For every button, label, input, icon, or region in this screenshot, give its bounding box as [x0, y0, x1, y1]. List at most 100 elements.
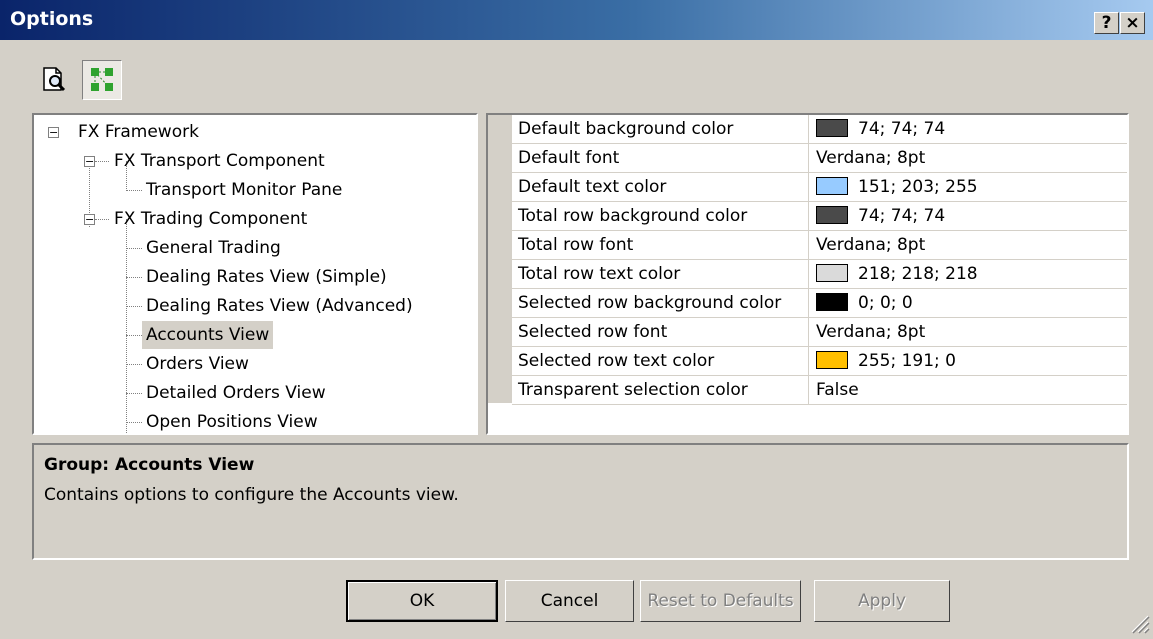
property-value[interactable]: 74; 74; 74	[816, 115, 945, 143]
tree-item-fx-framework[interactable]: FX Framework	[78, 118, 199, 146]
property-value-text: Verdana; 8pt	[816, 148, 926, 168]
tree-connector	[95, 161, 109, 162]
color-swatch	[816, 119, 848, 137]
property-name: Default font	[518, 148, 620, 168]
property-row[interactable]: Default background color 74; 74; 74	[512, 115, 1127, 144]
window-title: Options	[10, 8, 94, 30]
tree-connector	[126, 306, 142, 307]
property-row[interactable]: Transparent selection color False	[512, 376, 1127, 405]
property-value-text: 0; 0; 0	[858, 293, 913, 313]
tree-item-transport-monitor-pane[interactable]: Transport Monitor Pane	[146, 176, 342, 204]
close-button[interactable]: ×	[1120, 12, 1145, 34]
property-row[interactable]: Selected row background color 0; 0; 0	[512, 289, 1127, 318]
property-value-text: 74; 74; 74	[858, 206, 946, 226]
print-preview-icon	[43, 67, 66, 92]
description-panel: Group: Accounts View Contains options to…	[32, 443, 1129, 560]
tree-item-open-positions-view[interactable]: Open Positions View	[146, 408, 318, 433]
property-value[interactable]: False	[816, 376, 859, 404]
column-divider[interactable]	[808, 376, 809, 405]
property-value[interactable]: 218; 218; 218	[816, 260, 978, 288]
tree-connector	[95, 219, 109, 220]
tree-connector	[126, 248, 142, 249]
cancel-button[interactable]: Cancel	[505, 580, 634, 622]
color-swatch	[816, 206, 848, 224]
options-dialog: Options ? × − − − FX Framework FX Transp…	[0, 0, 1153, 639]
tree-connector	[126, 219, 127, 433]
tree-item-fx-transport-component[interactable]: FX Transport Component	[114, 147, 325, 175]
tree-item-fx-trading-component[interactable]: FX Trading Component	[114, 205, 307, 233]
tree-connector	[126, 393, 142, 394]
property-value[interactable]: 151; 203; 255	[816, 173, 978, 201]
property-name: Total row font	[518, 235, 634, 255]
property-name: Selected row background color	[518, 293, 782, 313]
description-title: Group: Accounts View	[44, 455, 255, 475]
column-divider[interactable]	[808, 260, 809, 289]
property-row[interactable]: Default text color 151; 203; 255	[512, 173, 1127, 202]
color-swatch	[816, 264, 848, 282]
property-value-text: 151; 203; 255	[858, 177, 978, 197]
tree-view-button[interactable]	[82, 60, 122, 100]
column-divider[interactable]	[808, 202, 809, 231]
property-name: Default background color	[518, 119, 734, 139]
property-value[interactable]: 74; 74; 74	[816, 202, 945, 230]
property-value[interactable]: Verdana; 8pt	[816, 231, 925, 259]
resize-grip-icon[interactable]	[1128, 612, 1150, 634]
property-value[interactable]: Verdana; 8pt	[816, 318, 925, 346]
property-value[interactable]: Verdana; 8pt	[816, 144, 925, 172]
color-swatch	[816, 293, 848, 311]
property-name: Selected row font	[518, 322, 668, 342]
property-grid[interactable]: Default background color 74; 74; 74 Defaul…	[486, 113, 1129, 435]
tree-item-orders-view[interactable]: Orders View	[146, 350, 249, 378]
description-text: Contains options to configure the Accoun…	[44, 485, 459, 505]
collapse-trading-component-icon[interactable]: −	[84, 214, 95, 225]
tree-item-detailed-orders-view[interactable]: Detailed Orders View	[146, 379, 326, 407]
collapse-transport-component-icon[interactable]: −	[84, 156, 95, 167]
tree-item-dealing-rates-advanced[interactable]: Dealing Rates View (Advanced)	[146, 292, 413, 320]
column-divider[interactable]	[808, 231, 809, 260]
property-value[interactable]: 255; 191; 0	[816, 347, 956, 375]
property-value[interactable]: 0; 0; 0	[816, 289, 913, 317]
property-name: Selected row text color	[518, 351, 715, 371]
column-divider[interactable]	[808, 318, 809, 347]
tree-item-general-trading[interactable]: General Trading	[146, 234, 281, 262]
column-divider[interactable]	[808, 115, 809, 144]
property-name: Total row text color	[518, 264, 681, 284]
column-divider[interactable]	[808, 289, 809, 318]
color-swatch	[816, 177, 848, 195]
property-value-text: 218; 218; 218	[858, 264, 978, 284]
column-divider[interactable]	[808, 173, 809, 202]
property-row[interactable]: Total row text color 218; 218; 218	[512, 260, 1127, 289]
property-row[interactable]: Selected row font Verdana; 8pt	[512, 318, 1127, 347]
property-value-text: Verdana; 8pt	[816, 322, 926, 342]
color-swatch	[816, 351, 848, 369]
ok-button[interactable]: OK	[346, 580, 498, 622]
title-bar[interactable]: Options ? ×	[0, 0, 1153, 40]
property-row[interactable]: Total row background color 74; 74; 74	[512, 202, 1127, 231]
options-tree[interactable]: − − − FX Framework FX Transport Componen…	[32, 113, 478, 435]
property-grid-gutter	[488, 115, 512, 403]
tree-item-dealing-rates-simple[interactable]: Dealing Rates View (Simple)	[146, 263, 387, 291]
tree-connector	[126, 277, 142, 278]
tree-connector	[126, 422, 142, 423]
collapse-fx-framework-icon[interactable]: −	[48, 127, 59, 138]
property-name: Default text color	[518, 177, 667, 197]
tree-connector	[126, 364, 142, 365]
property-row[interactable]: Total row font Verdana; 8pt	[512, 231, 1127, 260]
property-row[interactable]: Selected row text color 255; 191; 0	[512, 347, 1127, 376]
column-divider[interactable]	[808, 144, 809, 173]
column-divider[interactable]	[808, 347, 809, 376]
property-value-text: 74; 74; 74	[858, 119, 946, 139]
property-value-text: False	[816, 380, 859, 400]
property-value-text: 255; 191; 0	[858, 351, 956, 371]
apply-button[interactable]: Apply	[814, 580, 950, 622]
print-preview-button[interactable]	[38, 60, 78, 100]
property-row[interactable]: Default font Verdana; 8pt	[512, 144, 1127, 173]
tree-connector	[126, 190, 142, 191]
reset-to-defaults-button[interactable]: Reset to Defaults	[640, 580, 801, 622]
tree-view-icon	[91, 68, 113, 91]
tree-connector	[126, 335, 142, 336]
help-button[interactable]: ?	[1094, 12, 1119, 34]
property-value-text: Verdana; 8pt	[816, 235, 926, 255]
tree-item-accounts-view[interactable]: Accounts View	[142, 321, 274, 349]
property-name: Total row background color	[518, 206, 748, 226]
